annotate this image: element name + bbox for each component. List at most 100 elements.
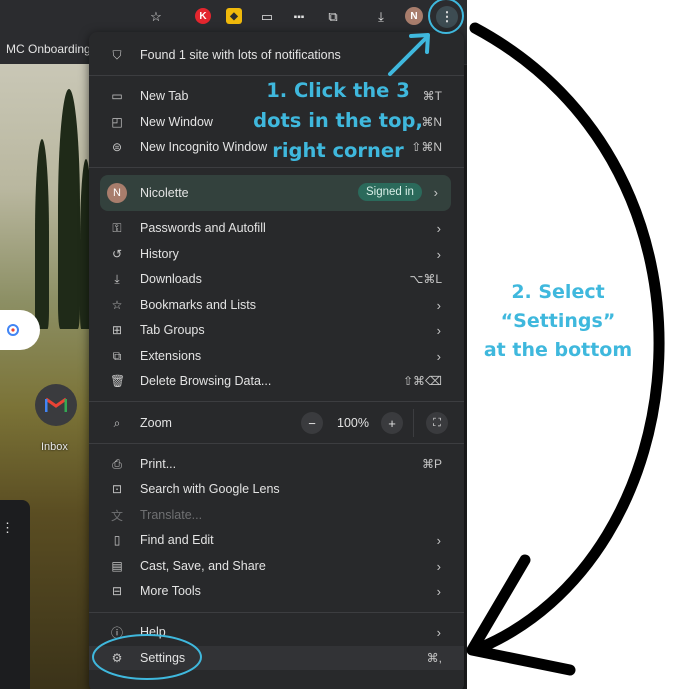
tab-groups-icon: ⊞ (111, 323, 123, 337)
menu-item-delete-data[interactable]: 🗑 Delete Browsing Data... ⇧⌘⌫ (89, 369, 464, 393)
bookmark-mc-onboarding[interactable]: MC Onboarding (6, 42, 91, 56)
google-lens-label: Search with Google Lens (140, 482, 280, 496)
bookmark-star-icon[interactable]: ☆ (146, 7, 166, 27)
puzzle-icon: ⧉ (112, 348, 122, 363)
trash-icon: 🗑 (110, 374, 126, 388)
menu-item-tab-groups[interactable]: ⊞ Tab Groups › (89, 318, 464, 342)
bookmarks-label: Bookmarks and Lists (140, 298, 257, 312)
menu-item-help[interactable]: ⓘ Help › (89, 620, 464, 644)
settings-label: Settings (140, 651, 186, 665)
new-tab-icon: ▭ (111, 89, 123, 103)
download-icon[interactable]: ⤓ (371, 7, 391, 27)
annotation-step-1: 1. Click the 3 dots in the top, right co… (248, 76, 428, 166)
find-edit-label: Find and Edit (140, 533, 214, 547)
menu-item-downloads[interactable]: ⤓ Downloads ⌥⌘L (89, 267, 464, 291)
menu-item-zoom: ⌕ Zoom − 100% + ⛶ (89, 409, 464, 437)
menu-divider (89, 443, 464, 444)
new-window-icon: ◰ (111, 115, 123, 129)
key-icon: ⚿ (112, 220, 122, 235)
menu-item-settings[interactable]: ⚙ Settings ⌘, (89, 646, 464, 670)
google-lens-search-button[interactable] (0, 310, 40, 350)
shield-icon: ⛉ (112, 47, 122, 62)
chevron-right-icon: › (436, 297, 441, 313)
gear-icon: ⚙ (111, 651, 123, 665)
zoom-in-button[interactable]: + (381, 412, 403, 434)
menu-divider (89, 612, 464, 613)
chevron-right-icon: › (436, 348, 441, 364)
menu-item-find-edit[interactable]: ▯ Find and Edit › (89, 528, 464, 552)
extension-binance-icon[interactable]: ◆ (226, 8, 242, 24)
lens-icon: ⊡ (111, 482, 123, 496)
chevron-right-icon: › (436, 532, 441, 548)
browser-toolbar: ☆ K ◆ ▭ ▪▪▪ ⧉ ⤓ N ⋮ (0, 0, 467, 33)
profile-name: Nicolette (140, 186, 189, 200)
cast-icon: ▤ (111, 559, 123, 573)
menu-item-extensions[interactable]: ⧉ Extensions › (89, 344, 464, 368)
zoom-icon: ⌕ (113, 415, 121, 430)
tree-shape (35, 139, 49, 329)
side-panel-menu-icon[interactable]: ⋮ (1, 520, 14, 536)
chevron-right-icon: › (436, 558, 441, 574)
gmail-icon (45, 397, 67, 412)
incognito-icon: ⊜ (111, 140, 123, 154)
annotation-step-2-line: “Settings” (500, 310, 616, 332)
annotation-step-1-line: 1. Click the 3 (266, 79, 410, 102)
annotation-step-1-line: dots in the top, (253, 109, 423, 132)
annotation-step-2-line: 2. Select (511, 281, 605, 303)
notification-notice-label: Found 1 site with lots of notifications (140, 48, 341, 62)
menu-item-history[interactable]: ↺ History › (89, 242, 464, 266)
fullscreen-button[interactable]: ⛶ (426, 412, 448, 434)
device-icon[interactable]: ▭ (257, 7, 277, 27)
printer-icon: ⎙ (112, 456, 122, 471)
history-icon: ↺ (111, 247, 123, 261)
cast-save-label: Cast, Save, and Share (140, 559, 266, 573)
tab-groups-label: Tab Groups (140, 323, 205, 337)
profile-avatar[interactable]: N (405, 7, 423, 25)
help-icon: ⓘ (110, 625, 123, 640)
chevron-right-icon: › (433, 185, 438, 200)
chevron-right-icon: › (436, 624, 441, 640)
menu-item-cast-save[interactable]: ▤ Cast, Save, and Share › (89, 554, 464, 578)
menu-item-bookmarks[interactable]: ☆ Bookmarks and Lists › (89, 293, 464, 317)
google-lens-icon (7, 324, 19, 336)
menu-divider (89, 167, 464, 168)
new-tab-label: New Tab (140, 89, 189, 103)
delete-data-shortcut: ⇧⌘⌫ (402, 374, 442, 388)
menu-item-print[interactable]: ⎙ Print... ⌘P (89, 452, 464, 476)
menu-profile-row[interactable]: N Nicolette Signed in › (100, 175, 451, 211)
menu-notification-notice[interactable]: ⛉ Found 1 site with lots of notification… (89, 43, 464, 67)
menu-divider (89, 401, 464, 402)
inbox-shortcut-label: Inbox (41, 441, 68, 453)
menu-item-translate: 文 Translate... (89, 503, 464, 527)
translate-label: Translate... (140, 508, 203, 522)
print-shortcut: ⌘P (421, 457, 442, 471)
zoom-out-button[interactable]: − (301, 412, 323, 434)
annotation-step-1-line: right corner (272, 139, 404, 162)
find-icon: ▯ (113, 533, 121, 547)
extension-k-icon[interactable]: K (195, 8, 211, 24)
more-tools-label: More Tools (140, 584, 201, 598)
help-label: Help (140, 625, 166, 639)
chevron-right-icon: › (436, 583, 441, 599)
passwords-label: Passwords and Autofill (140, 221, 266, 235)
extension-dots-icon[interactable]: ▪▪▪ (289, 7, 309, 27)
toolbox-icon: ⊟ (111, 584, 123, 598)
new-window-label: New Window (140, 115, 213, 129)
zoom-divider (413, 409, 414, 437)
downloads-shortcut: ⌥⌘L (409, 272, 442, 286)
menu-item-passwords[interactable]: ⚿ Passwords and Autofill › (89, 216, 464, 240)
gmail-shortcut[interactable] (35, 384, 77, 426)
annotation-step-2-line: at the bottom (483, 339, 633, 361)
translate-icon: 文 (110, 508, 123, 523)
zoom-level: 100% (337, 416, 369, 430)
delete-data-label: Delete Browsing Data... (140, 374, 272, 388)
extensions-puzzle-icon[interactable]: ⧉ (323, 7, 343, 27)
extensions-label: Extensions (140, 349, 202, 363)
menu-item-more-tools[interactable]: ⊟ More Tools › (89, 579, 464, 603)
curved-black-arrow-head (466, 554, 576, 676)
side-panel: ⋮ (0, 500, 30, 689)
tree-shape (58, 89, 80, 329)
menu-item-google-lens[interactable]: ⊡ Search with Google Lens (89, 477, 464, 501)
more-menu-button[interactable]: ⋮ (436, 6, 458, 28)
zoom-label: Zoom (140, 416, 172, 430)
